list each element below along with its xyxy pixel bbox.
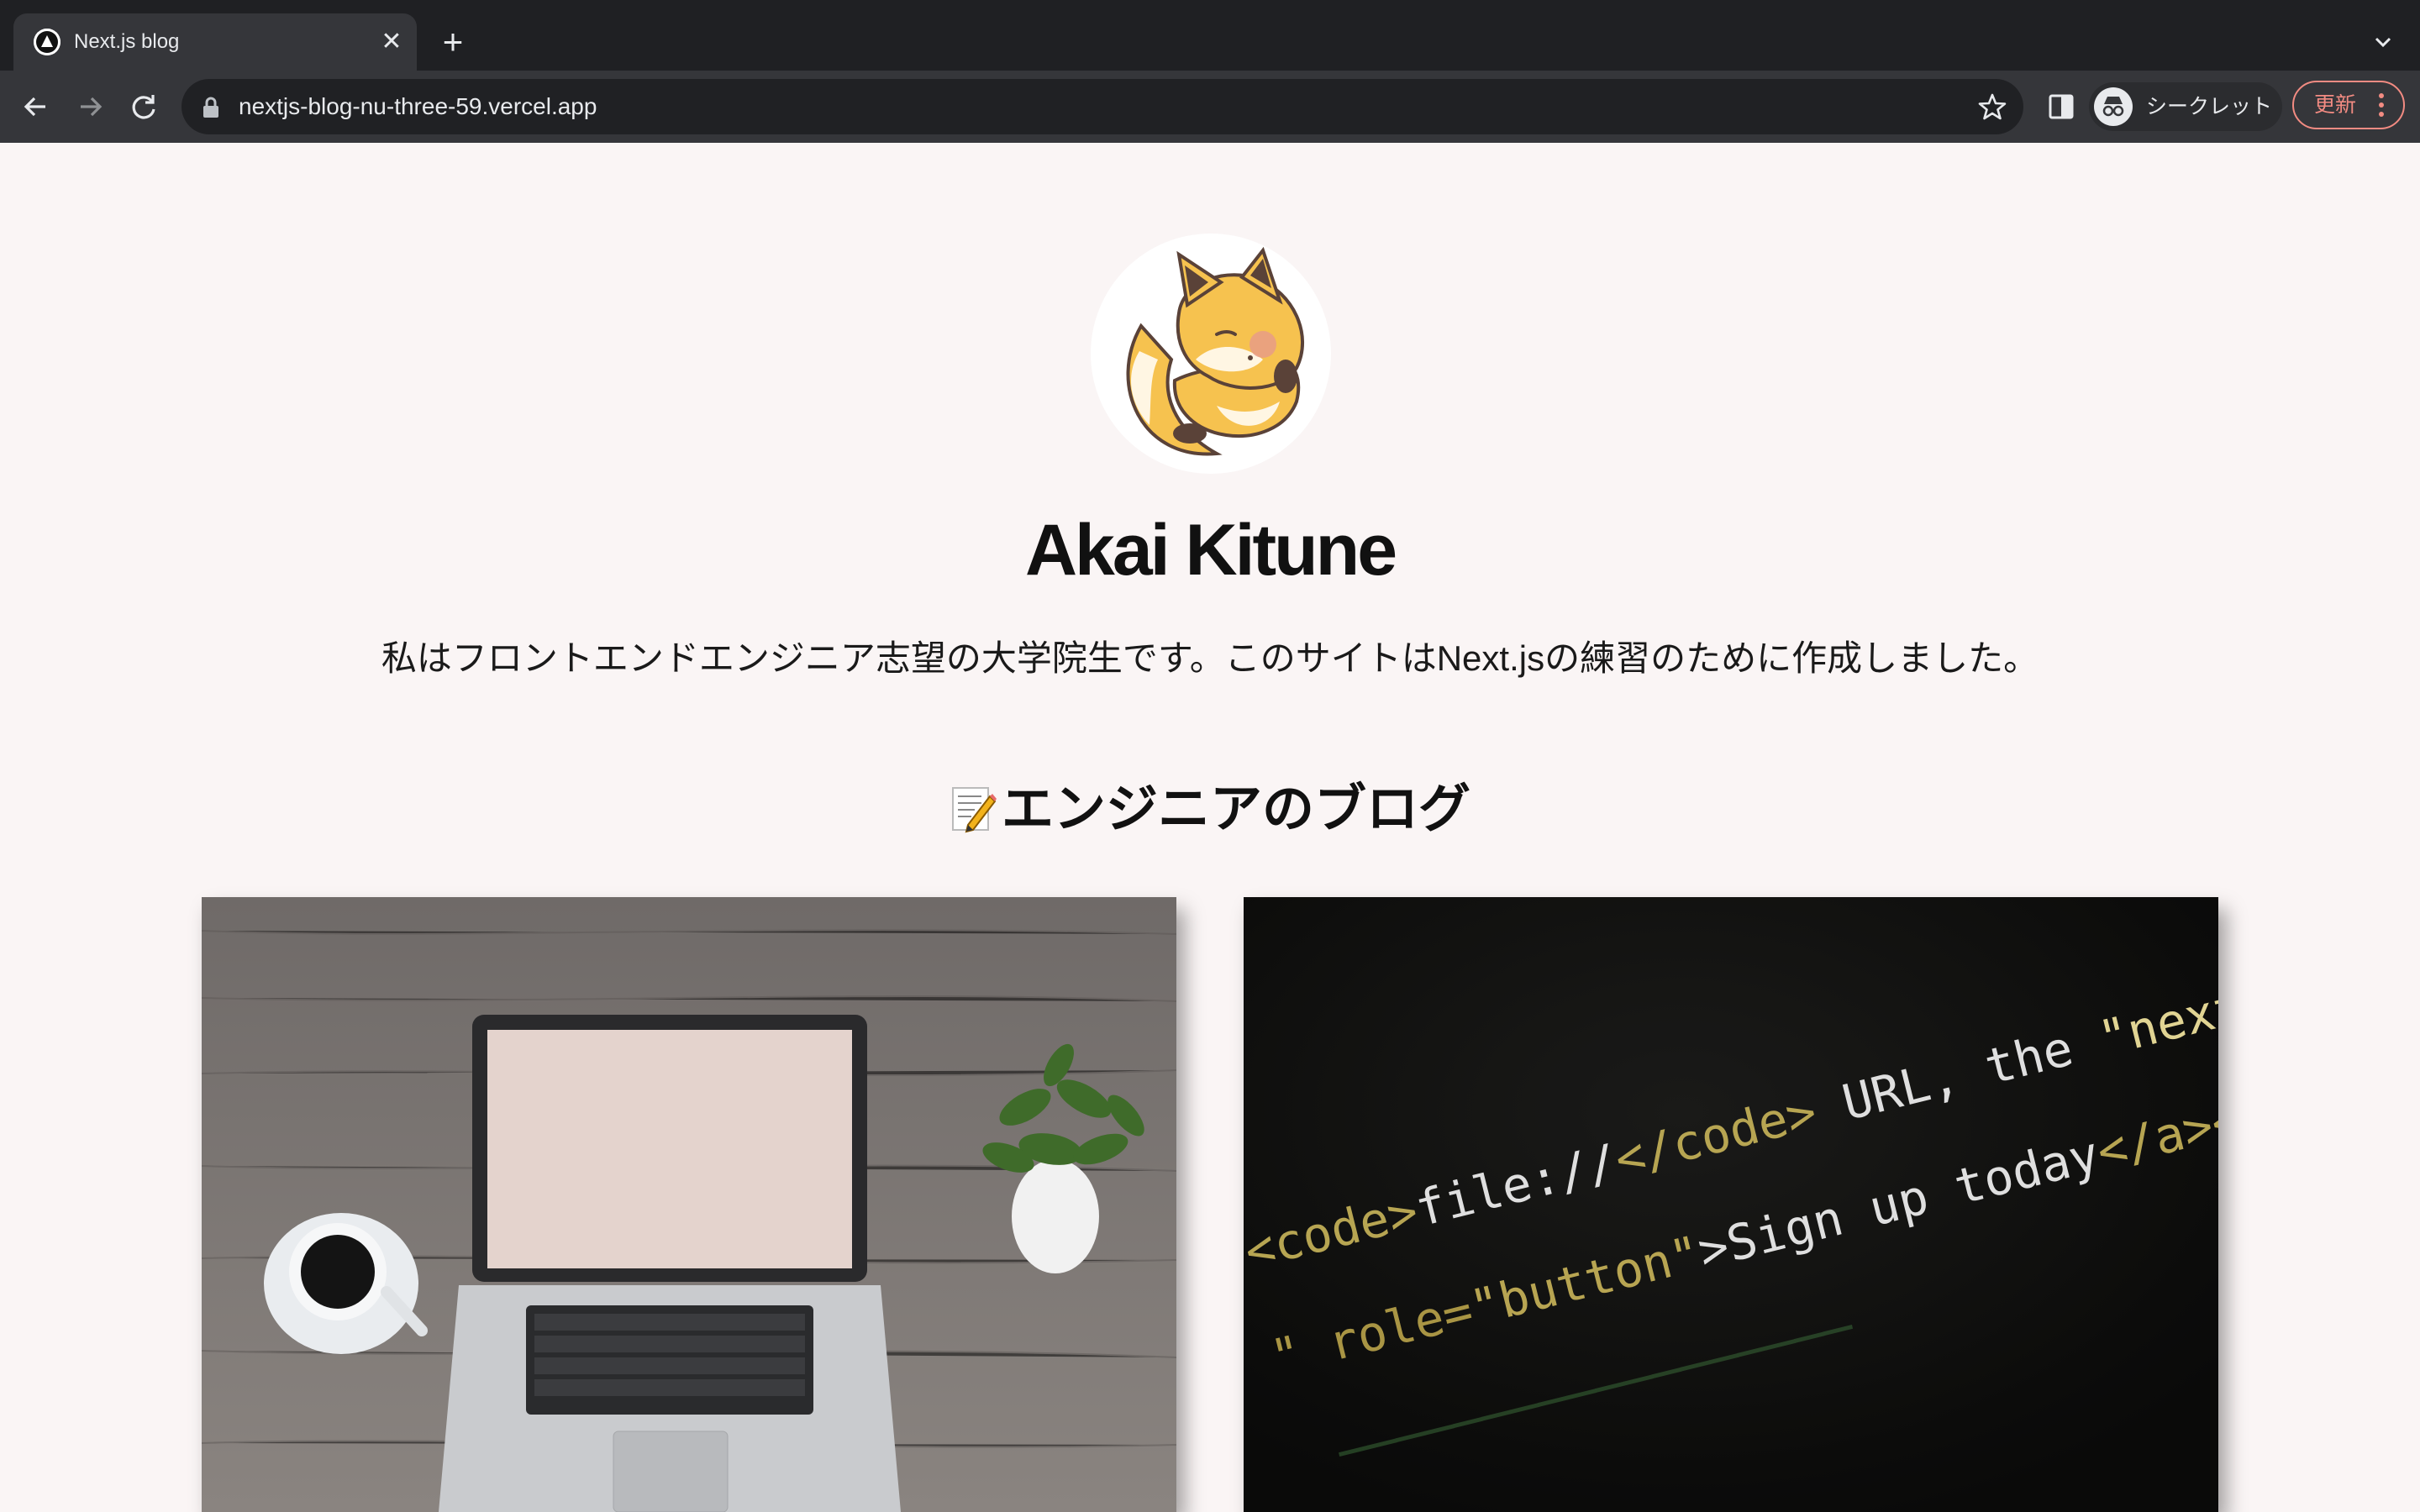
back-arrow-icon[interactable] [17,87,55,126]
address-bar[interactable]: nextjs-blog-nu-three-59.vercel.app [182,79,2023,134]
bookmark-star-icon[interactable] [1976,91,2008,123]
laptop-desk-photo [202,897,1176,1512]
incognito-profile-button[interactable]: シークレット [2089,82,2282,131]
close-tab-icon[interactable]: ✕ [376,27,407,57]
code-screen-photo: <code>file://</code> URL, the "next" a "… [1244,897,2218,1512]
blog-card[interactable]: <code>file://</code> URL, the "next" a "… [1244,897,2218,1512]
forward-arrow-icon[interactable] [71,87,109,126]
browser-toolbar: nextjs-blog-nu-three-59.vercel.app シークレッ… [0,71,2420,143]
lock-icon[interactable] [200,96,222,119]
incognito-icon [2094,87,2133,126]
nextjs-favicon-icon [34,29,60,55]
url-text[interactable]: nextjs-blog-nu-three-59.vercel.app [239,92,597,121]
memo-icon [950,781,998,833]
new-tab-icon[interactable]: + [432,24,474,60]
profile-avatar [1091,234,1331,474]
page-title: Akai Kitune [1024,510,1397,591]
section-heading: エンジニアのブログ [0,774,2420,845]
tab-strip: Next.js blog ✕ + [0,0,2420,71]
intro-text: 私はフロントエンドエンジニア志望の大学院生です。このサイトはNext.jsの練習… [381,638,2039,678]
side-panel-icon[interactable] [2042,87,2081,126]
blog-card[interactable] [202,897,1176,1512]
kebab-menu-icon[interactable] [2376,91,2386,119]
browser-tab[interactable]: Next.js blog ✕ [13,13,417,71]
section-heading-label: エンジニアのブログ [1001,780,1470,838]
update-label: 更新 [2314,93,2357,117]
tab-search-chevron-icon[interactable] [2366,25,2400,59]
reload-icon[interactable] [124,87,163,126]
fox-illustration-icon [1126,246,1305,456]
update-button[interactable]: 更新 [2292,81,2405,129]
tab-title: Next.js blog [74,30,180,53]
incognito-label: シークレット [2146,95,2273,118]
